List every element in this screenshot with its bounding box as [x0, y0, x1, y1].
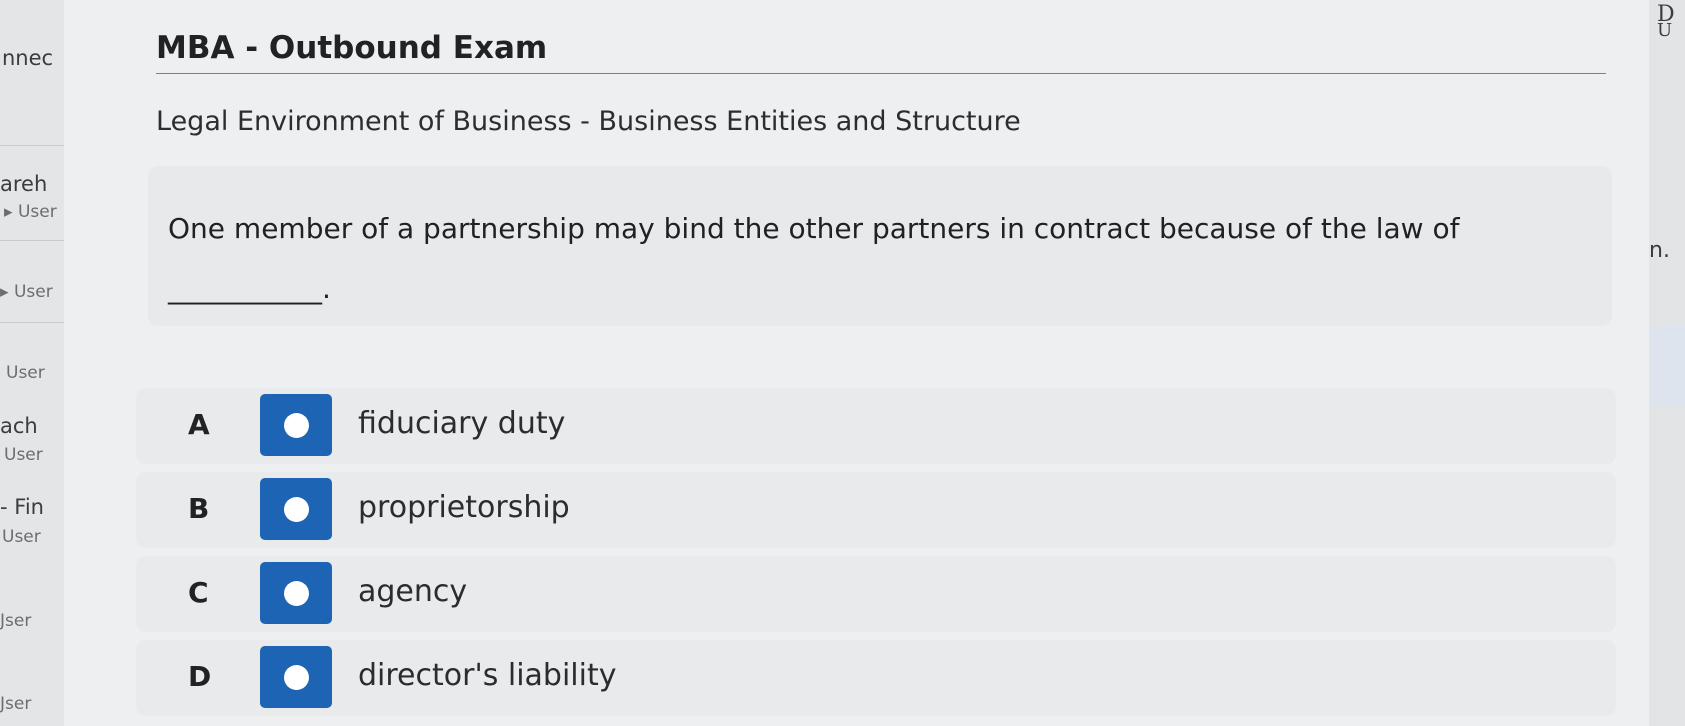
sidebar-user[interactable]: Jser: [0, 611, 31, 631]
option-letter: A: [188, 408, 210, 441]
radio-button-b[interactable]: [260, 478, 332, 540]
sidebar-divider: [0, 322, 64, 323]
right-highlight: [1649, 326, 1685, 406]
right-fragment: n.: [1649, 238, 1670, 263]
option-label: director's liability: [358, 658, 617, 693]
exam-title: MBA - Outbound Exam: [156, 30, 548, 66]
option-letter: D: [188, 660, 212, 693]
radio-button-d[interactable]: [260, 646, 332, 708]
sidebar-divider: [0, 240, 64, 241]
sidebar-user[interactable]: ▸ User: [0, 282, 53, 302]
dash-icon: -: [0, 495, 15, 519]
radio-dot-icon: [283, 580, 309, 606]
answer-option-b[interactable]: B proprietorship: [136, 472, 1616, 548]
sidebar-user[interactable]: User: [4, 445, 43, 465]
option-letter: B: [188, 492, 210, 525]
sidebar-fragment[interactable]: areh: [0, 172, 47, 196]
sidebar-user[interactable]: User: [2, 527, 41, 547]
question-text: One member of a partnership may bind the…: [168, 212, 1460, 245]
option-label: proprietorship: [358, 490, 570, 525]
sidebar-fragment[interactable]: ach: [0, 414, 38, 438]
radio-dot-icon: [283, 496, 309, 522]
option-letter: C: [188, 576, 209, 609]
arrow-icon: ▸: [0, 282, 14, 302]
arrow-icon: ▸: [4, 202, 18, 222]
sidebar-user[interactable]: Jser: [0, 694, 31, 714]
left-sidebar: nnec areh ▸ User ▸ User User ach User - …: [0, 0, 64, 726]
answer-option-d[interactable]: D director's liability: [136, 640, 1616, 716]
sidebar-user[interactable]: User: [6, 363, 45, 383]
title-divider: [156, 73, 1606, 74]
right-letter: U: [1657, 20, 1673, 41]
radio-button-a[interactable]: [260, 394, 332, 456]
question-blank: ___________.: [168, 272, 331, 305]
radio-dot-icon: [283, 664, 309, 690]
option-label: agency: [358, 574, 468, 609]
sidebar-divider: [0, 145, 64, 146]
option-label: fiduciary duty: [358, 406, 566, 441]
question-card: One member of a partnership may bind the…: [148, 166, 1612, 326]
answer-option-c[interactable]: C agency: [136, 556, 1616, 632]
exam-panel: MBA - Outbound Exam Legal Environment of…: [64, 0, 1649, 726]
exam-subtitle: Legal Environment of Business - Business…: [156, 106, 1021, 137]
sidebar-fragment[interactable]: nnec: [2, 46, 53, 70]
sidebar-fragment[interactable]: - Fin: [0, 495, 44, 519]
answer-option-a[interactable]: A fiduciary duty: [136, 388, 1616, 464]
radio-button-c[interactable]: [260, 562, 332, 624]
radio-dot-icon: [283, 412, 309, 438]
right-sidebar: D U n.: [1649, 0, 1685, 726]
sidebar-user[interactable]: ▸ User: [4, 202, 57, 222]
